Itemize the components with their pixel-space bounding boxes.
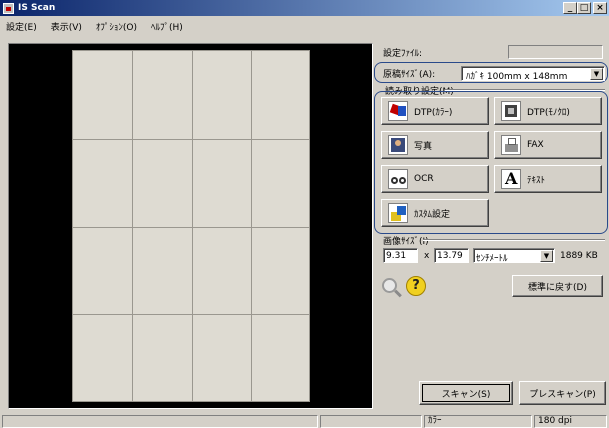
- menu-settings[interactable]: 設定(E): [4, 20, 39, 33]
- image-height-field[interactable]: 13.79: [434, 248, 469, 263]
- ocr-button[interactable]: OCR: [381, 165, 489, 193]
- chevron-down-icon[interactable]: ▼: [540, 250, 553, 262]
- custom-settings-button[interactable]: ｶｽﾀﾑ設定: [381, 199, 489, 227]
- scan-preview-area[interactable]: [8, 43, 373, 409]
- grid-line: [132, 51, 133, 401]
- photo-button[interactable]: 写真: [381, 131, 489, 159]
- fax-button[interactable]: FAX: [494, 131, 602, 159]
- dtp-color-button[interactable]: DTP(ｶﾗｰ): [381, 97, 489, 125]
- unit-select[interactable]: ｾﾝﾁﾒｰﾄﾙ ▼: [473, 248, 555, 264]
- dtp-mono-button[interactable]: DTP(ﾓﾉｸﾛ): [494, 97, 602, 125]
- grid-line: [251, 51, 252, 401]
- status-cell-empty: [2, 415, 318, 428]
- chevron-down-icon[interactable]: ▼: [590, 68, 603, 80]
- group-divider: [423, 239, 605, 241]
- color-mode-status: ｶﾗｰ: [424, 415, 532, 428]
- prescan-button[interactable]: プレスキャン(P): [519, 381, 606, 405]
- dtp-color-icon: [388, 101, 408, 121]
- grid-line: [192, 51, 193, 401]
- menu-view[interactable]: 表示(V): [49, 20, 84, 33]
- resolution-status: 180 dpi: [534, 415, 607, 428]
- app-icon: [3, 2, 14, 14]
- grid-line: [73, 139, 309, 140]
- doc-size-label: 原稿ｻｲｽﾞ(A):: [383, 70, 436, 80]
- fax-icon: [501, 135, 521, 155]
- menu-options[interactable]: ｵﾌﾟｼｮﾝ(O): [94, 20, 139, 33]
- preview-page[interactable]: [72, 50, 310, 402]
- image-size-label: 画像ｻｲｽﾞ(I): [383, 237, 429, 247]
- times-symbol: x: [424, 251, 430, 261]
- file-size-value: 1889 KB: [560, 251, 598, 261]
- close-button[interactable]: ×: [593, 2, 607, 14]
- window-controls: _ □ ×: [563, 2, 607, 14]
- minimize-button[interactable]: _: [563, 2, 577, 14]
- reset-button[interactable]: 標準に戻す(D): [512, 275, 603, 297]
- custom-settings-icon: [388, 203, 408, 223]
- menu-bar: 設定(E) 表示(V) ｵﾌﾟｼｮﾝ(O) ﾍﾙﾌﾟ(H): [0, 18, 609, 34]
- photo-icon: [388, 135, 408, 155]
- menu-help[interactable]: ﾍﾙﾌﾟ(H): [149, 20, 185, 33]
- text-button[interactable]: A ﾃｷｽﾄ: [494, 165, 602, 193]
- ocr-icon: [388, 169, 408, 189]
- settings-file-field[interactable]: [508, 45, 603, 59]
- magnifier-icon[interactable]: [382, 278, 404, 300]
- image-width-field[interactable]: 9.31: [383, 248, 418, 263]
- scan-button[interactable]: スキャン(S): [419, 381, 513, 405]
- maximize-button[interactable]: □: [577, 2, 591, 14]
- grid-line: [73, 227, 309, 228]
- status-bar: ｶﾗｰ 180 dpi: [0, 414, 609, 428]
- grid-line: [73, 314, 309, 315]
- title-bar: IS Scan _ □ ×: [0, 0, 609, 16]
- help-icon[interactable]: ?: [406, 276, 426, 296]
- status-cell-empty: [320, 415, 422, 428]
- text-icon: A: [501, 169, 521, 189]
- doc-size-select[interactable]: ﾊｶﾞｷ 100mm x 148mm ▼: [461, 66, 605, 82]
- window-title: IS Scan: [18, 3, 56, 13]
- dtp-mono-icon: [501, 101, 521, 121]
- settings-file-label: 設定ﾌｧｲﾙ:: [383, 49, 423, 59]
